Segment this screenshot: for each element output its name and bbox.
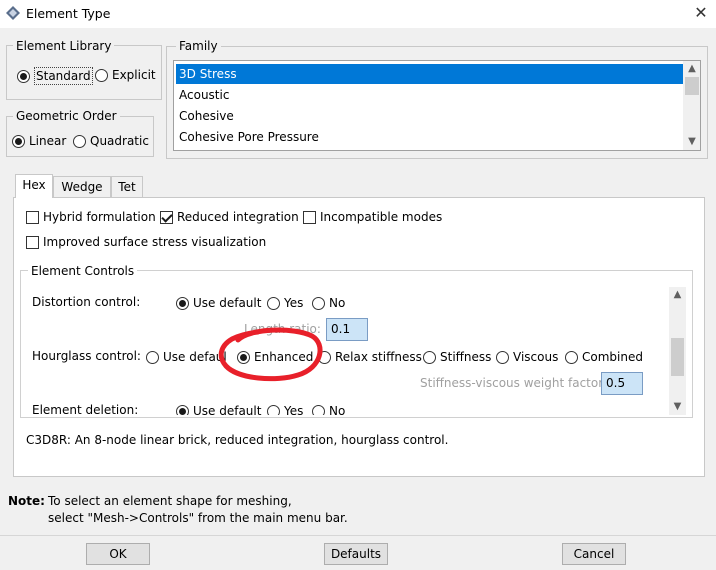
hourglass-viscous-dot	[496, 350, 509, 364]
deletion-use-default-dot	[176, 404, 189, 415]
deletion-yes-dot	[267, 404, 280, 415]
hourglass-relax-stiffness-label: Relax stiffness	[335, 350, 422, 364]
annotation-circle	[218, 327, 323, 382]
hourglass-viscous-radio[interactable]: Viscous	[496, 349, 558, 365]
incompatible-modes-label: Incompatible modes	[320, 210, 443, 224]
hybrid-formulation-checkbox[interactable]: Hybrid formulation	[26, 209, 156, 225]
deletion-no-dot	[312, 404, 325, 415]
hourglass-use-default-radio[interactable]: Use default	[146, 349, 226, 365]
scroll-up-icon[interactable]: ▲	[683, 61, 700, 77]
improved-checkbox-box	[26, 235, 39, 249]
radio-explicit[interactable]: Explicit	[95, 67, 156, 83]
family-scrollbar[interactable]: ▲ ▼	[683, 61, 700, 150]
element-library-title: Element Library	[13, 39, 115, 53]
distortion-no-dot	[312, 296, 325, 310]
radio-quadratic-dot	[73, 134, 86, 148]
deletion-no-label: No	[329, 404, 346, 415]
length-ratio-field[interactable]: 0.1	[326, 318, 368, 341]
scroll-down-icon[interactable]: ▼	[683, 134, 700, 150]
improved-surface-stress-label: Improved surface stress visualization	[43, 235, 267, 249]
button-separator	[0, 535, 716, 536]
hybrid-formulation-label: Hybrid formulation	[43, 210, 156, 224]
note-line-1: To select an element shape for meshing,	[48, 494, 292, 508]
title-bar: Element Type ✕	[0, 0, 716, 28]
radio-standard[interactable]: Standard	[17, 67, 93, 85]
deletion-yes-radio[interactable]: Yes	[267, 403, 303, 415]
hourglass-stiffness-dot	[423, 350, 436, 364]
distortion-no-radio[interactable]: No	[312, 295, 345, 311]
radio-explicit-dot	[95, 68, 108, 82]
hourglass-combined-radio[interactable]: Combined	[565, 349, 643, 365]
element-controls-title: Element Controls	[28, 264, 138, 278]
tab-hex[interactable]: Hex	[15, 174, 53, 198]
element-deletion-label: Element deletion:	[32, 403, 139, 415]
distortion-use-default-dot	[176, 296, 189, 310]
defaults-button[interactable]: Defaults	[324, 543, 388, 565]
distortion-yes-radio[interactable]: Yes	[267, 295, 303, 311]
incompatible-checkbox-box	[303, 210, 316, 224]
hourglass-viscous-label: Viscous	[513, 350, 559, 364]
scroll-thumb[interactable]	[685, 77, 699, 95]
hourglass-combined-label: Combined	[582, 350, 643, 364]
controls-scroll-down-icon[interactable]: ▼	[669, 399, 686, 415]
incompatible-modes-checkbox[interactable]: Incompatible modes	[303, 209, 442, 225]
ok-button[interactable]: OK	[86, 543, 150, 565]
hybrid-checkbox-box	[26, 210, 39, 224]
family-item-3d-stress[interactable]: 3D Stress	[176, 64, 683, 84]
hourglass-relax-stiffness-radio[interactable]: Relax stiffness	[318, 349, 422, 365]
deletion-use-default-label: Use default	[193, 404, 262, 415]
controls-scroll-up-icon[interactable]: ▲	[669, 287, 686, 303]
distortion-no-label: No	[329, 296, 346, 310]
note-line-2: select "Mesh->Controls" from the main me…	[48, 511, 348, 525]
deletion-no-radio[interactable]: No	[312, 403, 345, 415]
element-description: C3D8R: An 8-node linear brick, reduced i…	[26, 433, 449, 447]
reduced-integration-label: Reduced integration	[177, 210, 299, 224]
window-title: Element Type	[26, 6, 111, 21]
distortion-control-label: Distortion control:	[32, 295, 141, 309]
reduced-checkbox-box	[160, 210, 173, 224]
radio-linear-label: Linear	[29, 134, 67, 148]
improved-surface-stress-checkbox[interactable]: Improved surface stress visualization	[26, 234, 266, 250]
cancel-button[interactable]: Cancel	[562, 543, 626, 565]
tab-wedge[interactable]: Wedge	[53, 176, 111, 198]
radio-standard-label: Standard	[34, 67, 93, 85]
hourglass-stiffness-radio[interactable]: Stiffness	[423, 349, 491, 365]
geometric-order-title: Geometric Order	[13, 109, 120, 123]
radio-linear[interactable]: Linear	[12, 133, 66, 149]
family-listbox[interactable]: 3D Stress Acoustic Cohesive Cohesive Por…	[173, 60, 701, 151]
weight-factor-label: Stiffness-viscous weight factor	[420, 376, 604, 390]
reduced-integration-checkbox[interactable]: Reduced integration	[160, 209, 299, 225]
hourglass-control-label: Hourglass control:	[32, 349, 141, 363]
app-icon	[6, 6, 20, 20]
controls-scroll-thumb[interactable]	[671, 338, 684, 376]
family-item-cohesive-pore-pressure[interactable]: Cohesive Pore Pressure	[176, 127, 319, 147]
family-item-acoustic[interactable]: Acoustic	[176, 85, 229, 105]
close-icon[interactable]: ✕	[690, 3, 712, 23]
radio-quadratic-label: Quadratic	[90, 134, 149, 148]
hourglass-stiffness-label: Stiffness	[440, 350, 492, 364]
radio-explicit-label: Explicit	[112, 68, 156, 82]
hourglass-use-default-dot	[146, 350, 159, 364]
distortion-yes-dot	[267, 296, 280, 310]
deletion-use-default-radio[interactable]: Use default	[176, 403, 261, 415]
distortion-use-default-label: Use default	[193, 296, 262, 310]
radio-linear-dot	[12, 134, 25, 148]
family-title: Family	[176, 39, 221, 53]
hourglass-combined-dot	[565, 350, 578, 364]
distortion-yes-label: Yes	[284, 296, 304, 310]
deletion-yes-label: Yes	[284, 404, 304, 415]
note-label: Note:	[8, 494, 45, 508]
weight-factor-field[interactable]: 0.5	[601, 372, 643, 395]
radio-quadratic[interactable]: Quadratic	[73, 133, 149, 149]
distortion-use-default-radio[interactable]: Use default	[176, 295, 261, 311]
tab-tet[interactable]: Tet	[111, 176, 143, 198]
family-item-cohesive[interactable]: Cohesive	[176, 106, 234, 126]
element-controls-scrollbar[interactable]: ▲ ▼	[669, 287, 686, 415]
element-controls-viewport: Distortion control: Use default Yes No L…	[26, 286, 667, 415]
radio-standard-dot	[17, 69, 30, 83]
